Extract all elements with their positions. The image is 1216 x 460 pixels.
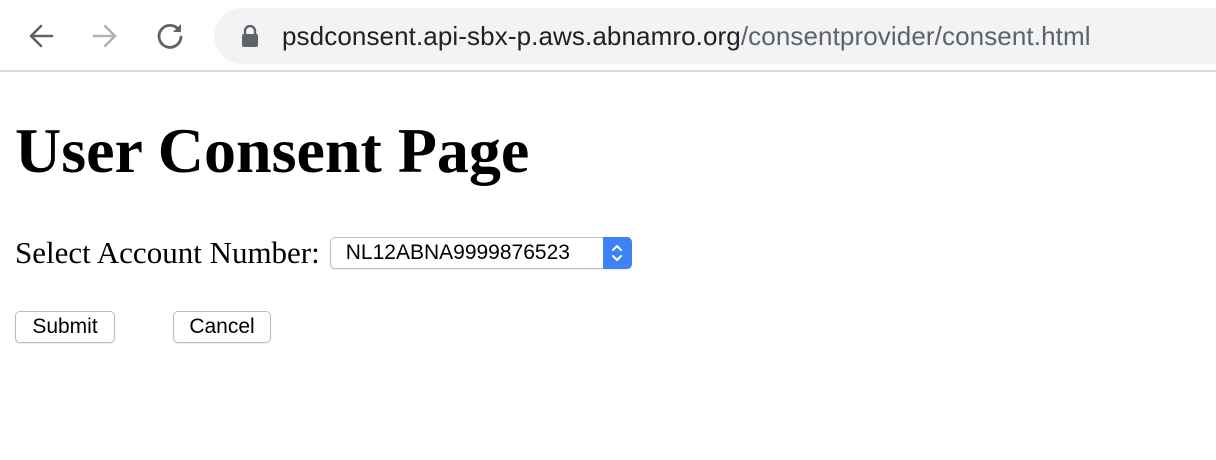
select-arrows-icon <box>602 237 632 269</box>
page-title: User Consent Page <box>15 115 530 186</box>
arrow-right-icon <box>92 24 117 48</box>
address-bar[interactable]: psdconsent.api-sbx-p.aws.abnamro.org/con… <box>214 8 1216 64</box>
account-select-value: NL12ABNA9999876523 <box>345 241 570 264</box>
url-text[interactable]: psdconsent.api-sbx-p.aws.abnamro.org/con… <box>282 21 1091 52</box>
submit-button[interactable]: Submit <box>15 311 115 343</box>
account-label: Select Account Number: <box>15 235 320 270</box>
reload-button[interactable] <box>150 16 190 56</box>
reload-icon <box>157 23 183 49</box>
forward-button[interactable] <box>85 16 125 56</box>
url-host: psdconsent.api-sbx-p.aws.abnamro.org <box>282 20 741 51</box>
browser-toolbar: psdconsent.api-sbx-p.aws.abnamro.org/con… <box>0 0 1216 72</box>
lock-icon[interactable] <box>239 23 261 49</box>
account-row: Select Account Number: NL12ABNA999987652… <box>15 234 632 272</box>
url-path: /consentprovider/consent.html <box>740 20 1091 51</box>
arrow-left-icon <box>29 24 54 48</box>
back-button[interactable] <box>21 16 61 56</box>
account-select[interactable]: NL12ABNA9999876523 <box>329 237 632 269</box>
cancel-button[interactable]: Cancel <box>173 311 271 343</box>
